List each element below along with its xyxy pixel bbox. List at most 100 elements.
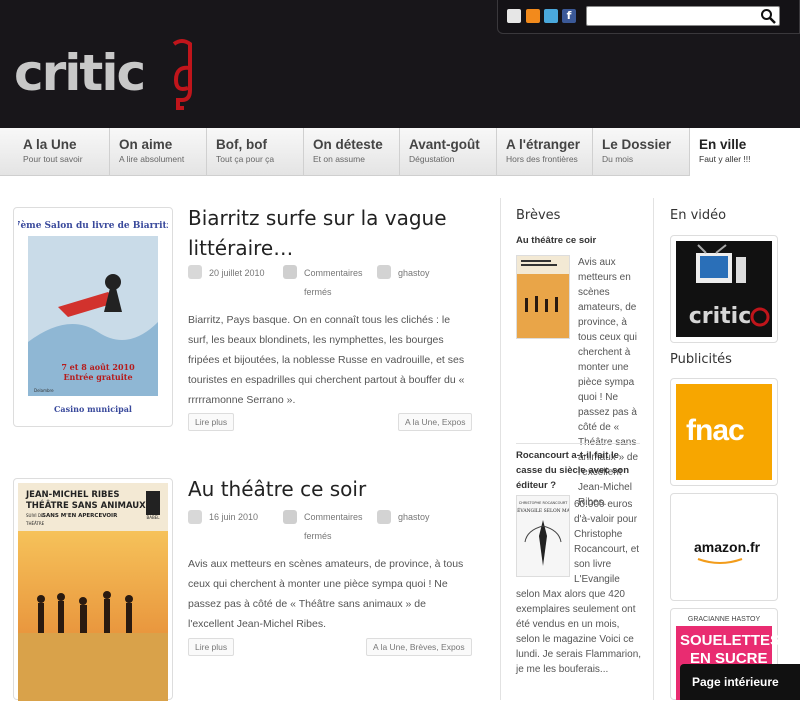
top-toolbar: f (497, 0, 800, 34)
nav-title: On déteste (313, 137, 383, 152)
nav-title: En ville (699, 137, 747, 152)
article-date: 16 juin 2010 (209, 512, 259, 522)
nav-item-on-aime[interactable]: On aime A lire absolument (110, 128, 207, 176)
site-logo[interactable]: critic (14, 38, 192, 114)
fnac-logo-text: fnac (686, 414, 745, 447)
nav-item-a-la-une[interactable]: A la Une Pour tout savoir (14, 128, 110, 176)
article-title-line: Biarritz surfe sur la vague (188, 206, 447, 230)
article-comments: Commentaires (304, 512, 363, 522)
comment-icon (283, 510, 297, 524)
article-excerpt: Avis aux metteurs en scènes amateurs, de… (188, 558, 464, 630)
article-tags[interactable]: A la Une, Expos (398, 413, 473, 431)
site-header: critic f (0, 0, 800, 128)
comment-icon (283, 265, 297, 279)
book-cover-image: JEAN-MICHEL RIBES THÉÂTRE SANS ANIMAUX S… (18, 483, 168, 701)
read-more-button[interactable]: Lire plus (188, 413, 235, 431)
nav-item-bof-bof[interactable]: Bof, bof Tout ça pour ça (207, 128, 304, 176)
fnac-ad[interactable]: fnac (670, 378, 778, 486)
nav-title: On aime (119, 137, 173, 152)
nav-subtitle: Tout ça pour ça (216, 154, 275, 164)
article-title-line: littéraire… (188, 236, 294, 260)
fnac-logo: fnac (676, 384, 772, 480)
book-title: THÉÂTRE SANS ANIMAUX (26, 499, 146, 511)
nav-title: Avant-goût (409, 137, 480, 152)
breve-thumbnail[interactable] (516, 255, 570, 339)
nav-subtitle: Faut y aller !!! (699, 154, 751, 164)
nav-item-le-dossier[interactable]: Le Dossier Du mois (593, 128, 690, 176)
rss-icon[interactable] (526, 9, 540, 23)
author-icon (377, 265, 391, 279)
article-thumbnail-poster[interactable]: 7ème Salon du livre de Biarritz 7 et 8 a… (13, 207, 173, 427)
float-spacer (516, 497, 574, 587)
logo-text: critic (14, 44, 146, 102)
poster-top-text: 7ème Salon du livre de Biarritz (18, 220, 168, 231)
article-comments: fermés (304, 287, 332, 297)
nav-title: A l'étranger (506, 137, 580, 152)
breve-book-image (517, 256, 569, 338)
nav-item-avant-gout[interactable]: Avant-goût Dégustation (400, 128, 497, 176)
poster-entry: Entrée gratuite (63, 372, 132, 382)
nav-subtitle: A lire absolument (119, 154, 185, 164)
amazon-smile-icon (697, 558, 743, 564)
nav-subtitle: Dégustation (409, 154, 455, 164)
video-heading: En vidéo (670, 208, 727, 223)
breve-excerpt: Avis aux metteurs en scènes amateurs, de… (578, 257, 639, 508)
amazon-logo: amazon.fr (676, 499, 772, 595)
breve-title[interactable]: Au théâtre ce soir (516, 233, 640, 248)
page-type-badge: Page intérieure (680, 664, 800, 700)
article-author[interactable]: ghastoy (398, 512, 430, 522)
search-input[interactable] (586, 6, 780, 26)
book-author: JEAN-MICHEL RIBES (25, 490, 119, 500)
book-ad-title-1: SOUELETTES (680, 632, 781, 649)
breves-heading: Brèves (516, 208, 561, 223)
nav-subtitle: Et on assume (313, 154, 365, 164)
nav-item-en-ville[interactable]: En ville Faut y aller !!! (690, 128, 800, 176)
breve-title[interactable]: Rocancourt a-t-il fait le casse du siècl… (516, 448, 640, 493)
nav-subtitle: Du mois (602, 154, 634, 164)
mail-icon[interactable] (507, 9, 521, 23)
poster-venue: Casino municipal (54, 404, 132, 414)
nav-title: Le Dossier (602, 137, 672, 152)
article-comments: fermés (304, 531, 332, 541)
article-comments: Commentaires (304, 268, 363, 278)
breve-separator (516, 443, 640, 444)
poster-signature: Delambre (34, 388, 54, 393)
book-subtitle: SANS M'EN APERCEVOIR (42, 513, 118, 519)
read-more-button[interactable]: Lire plus (188, 638, 235, 656)
article-thumbnail-book[interactable]: JEAN-MICHEL RIBES THÉÂTRE SANS ANIMAUX S… (13, 478, 173, 701)
author-icon (377, 510, 391, 524)
breve-excerpt-wrap: Avis aux metteurs en scènes amateurs, de… (578, 255, 642, 508)
article-author[interactable]: ghastoy (398, 268, 430, 278)
twitter-icon[interactable] (544, 9, 558, 23)
video-logo-text: critic (689, 304, 752, 329)
salon-poster-image: 7ème Salon du livre de Biarritz 7 et 8 a… (14, 212, 172, 422)
article-title[interactable]: Au théâtre ce soir (188, 474, 366, 504)
article-tags[interactable]: A la Une, Brèves, Expos (366, 638, 472, 656)
nav-subtitle: Pour tout savoir (23, 154, 83, 164)
nav-title: A la Une (23, 137, 77, 152)
clock-icon (188, 510, 202, 524)
nav-item-a-l-etranger[interactable]: A l'étranger Hors des frontières (497, 128, 593, 176)
amazon-logo-text: amazon.fr (694, 539, 761, 555)
book-ad-author: GRACIANNE HASTOY (676, 614, 772, 626)
breve-excerpt-flow: 60.000 euros d'à-valoir pour Christophe … (516, 497, 644, 677)
video-widget[interactable]: critic (670, 235, 778, 343)
amazon-ad[interactable]: amazon.fr (670, 493, 778, 601)
clock-icon (188, 265, 202, 279)
article-excerpt: Biarritz, Pays basque. On en connaît tou… (188, 314, 465, 406)
article-date: 20 juillet 2010 (209, 268, 265, 278)
nav-subtitle: Hors des frontières (506, 154, 578, 164)
book-genre: THÉÂTRE (25, 521, 45, 526)
nav-item-on-deteste[interactable]: On déteste Et on assume (304, 128, 400, 176)
column-divider (653, 198, 654, 700)
nav-title: Bof, bof (216, 137, 267, 152)
search-icon[interactable] (760, 8, 776, 24)
main-nav: A la Une Pour tout savoir On aime A lire… (0, 128, 800, 176)
facebook-icon[interactable]: f (562, 9, 576, 23)
book-publisher: BABEL (147, 515, 161, 520)
poster-dates: 7 et 8 août 2010 (61, 362, 135, 372)
ads-heading: Publicités (670, 352, 732, 367)
tv-logo-image: critic (676, 241, 772, 337)
article-title[interactable]: Biarritz surfe sur la vague littéraire… (188, 203, 447, 263)
column-divider (500, 198, 501, 700)
